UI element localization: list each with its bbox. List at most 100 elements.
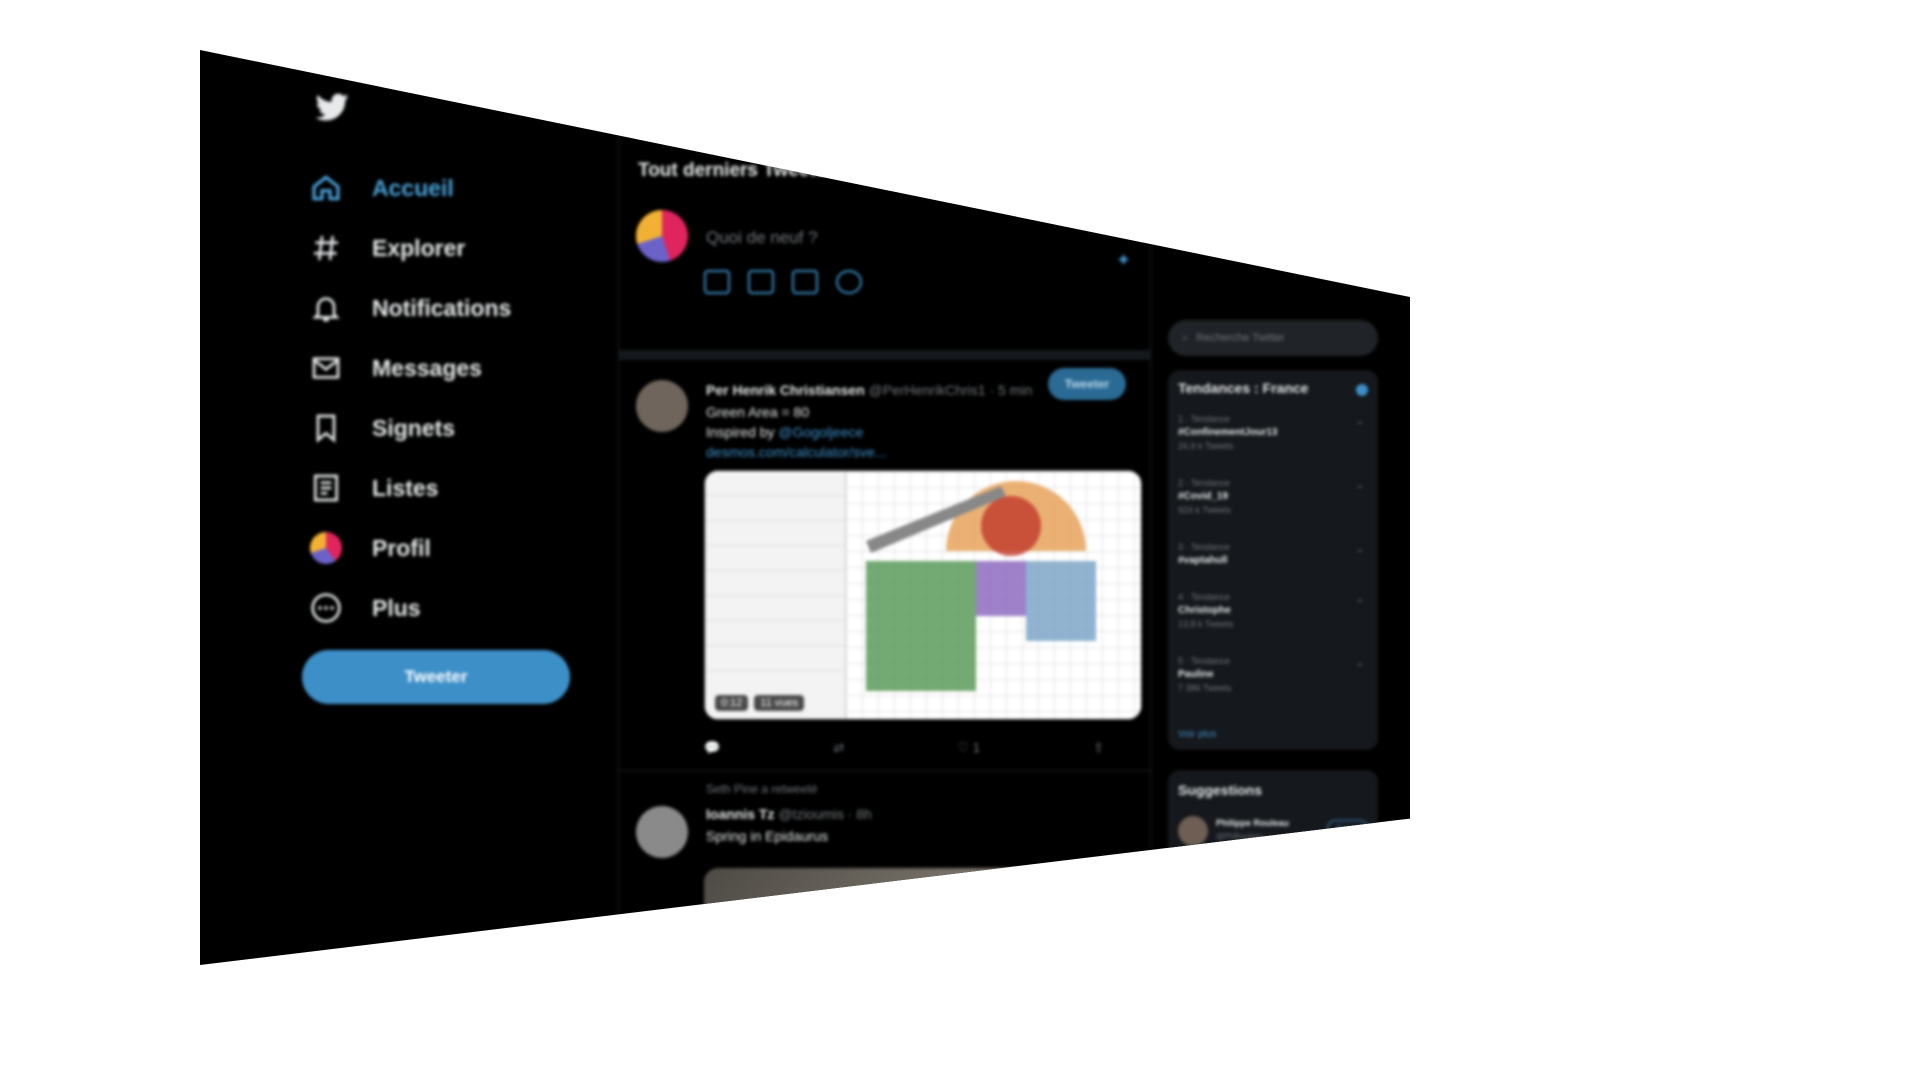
like-count: 1 — [972, 740, 980, 755]
tweet-text-line: Inspired by @Gogoljeece — [706, 424, 863, 440]
share-icon[interactable]: ⇪ — [1093, 740, 1104, 756]
sidebar-item-label: Plus — [372, 594, 421, 621]
compose-input[interactable]: Quoi de neuf ? — [706, 228, 818, 248]
trend-context: 1 · Tendance — [1178, 414, 1230, 424]
sidebar-item-notifications[interactable]: Notifications — [310, 288, 511, 328]
sidebar-item-label: Profil — [372, 534, 431, 561]
chevron-down-icon[interactable]: ⌄ — [1356, 544, 1364, 555]
expression-row — [705, 471, 845, 496]
poll-icon[interactable] — [792, 270, 818, 294]
expression-row — [705, 646, 845, 671]
tweet-image[interactable] — [704, 868, 1140, 965]
retweet-icon[interactable]: ⇄ — [833, 740, 844, 756]
tweet-text: Spring in Epidaurus — [706, 828, 829, 844]
geometry-figure — [866, 481, 1096, 691]
follow-button[interactable]: Suivre — [1327, 870, 1368, 887]
reply-icon[interactable]: 💬 — [704, 740, 720, 756]
trends-title: Tendances : France — [1178, 380, 1309, 396]
video-badges: 0:12 11 vues — [715, 695, 805, 711]
sidebar-item-label: Signets — [372, 414, 456, 441]
expression-row — [705, 621, 845, 646]
expression-row — [705, 496, 845, 521]
mention-link[interactable]: @Gogoljeece — [778, 424, 863, 440]
expression-row — [705, 596, 845, 621]
browser-viewport: Accueil Explorer Notifications Messages … — [200, 50, 1410, 965]
sidebar-item-explorer[interactable]: Explorer — [310, 228, 465, 268]
suggestions-panel: Suggestions Philippe Rouleau @PhRouleau … — [1168, 770, 1378, 920]
retweeted-by[interactable]: Seth Pine a retweeté — [706, 782, 817, 796]
trend-context: 5 · Tendance — [1178, 656, 1230, 666]
compose-divider — [618, 350, 1150, 360]
bookmark-icon — [316, 414, 336, 443]
sidebar-item-accueil[interactable]: Accueil — [310, 168, 454, 208]
hashtag-icon — [314, 235, 338, 261]
trend-count: 26,9 k Tweets — [1178, 441, 1234, 451]
author-name: Per Henrik Christiansen — [706, 382, 865, 398]
trend-item[interactable]: 2 · Tendance #Covid_19 924 k Tweets ⌄ — [1178, 478, 1368, 515]
chevron-down-icon[interactable]: ⌄ — [1356, 416, 1364, 427]
trend-tag: #Covid_19 — [1178, 491, 1229, 502]
chevron-down-icon[interactable]: ⌄ — [1356, 594, 1364, 605]
gif-icon[interactable] — [748, 270, 774, 294]
suggestion-name: Philippe Rouleau — [1216, 818, 1290, 828]
trend-item[interactable]: 5 · Tendance Pauline 7 386 Tweets ⌄ — [1178, 656, 1368, 693]
suggestion-item[interactable]: Philippe Rouleau @PhRouleau Suivre — [1178, 816, 1368, 852]
tweet-author[interactable]: Per Henrik Christiansen @PerHenrikChris1… — [706, 382, 1032, 398]
tweet-text: Inspired by — [706, 424, 775, 440]
list-icon — [314, 474, 338, 502]
tweet-time-separator: · — [989, 382, 995, 398]
sidebar-item-plus[interactable]: Plus — [310, 588, 421, 628]
trend-item[interactable]: 1 · Tendance #ConfinementJour13 26,9 k T… — [1178, 414, 1368, 451]
trend-context: 3 · Tendance — [1178, 542, 1230, 552]
tweet-button[interactable]: Tweeter — [302, 650, 570, 704]
sidebar-item-profil[interactable]: Profil — [310, 528, 431, 568]
chevron-down-icon[interactable]: ⌄ — [1356, 480, 1364, 491]
gear-icon[interactable] — [1356, 384, 1368, 396]
image-icon[interactable] — [704, 270, 730, 294]
avatar[interactable] — [1178, 866, 1208, 896]
search-placeholder: Recherche Twitter — [1196, 332, 1285, 344]
trend-count: 924 k Tweets — [1178, 505, 1231, 515]
desmos-graph — [846, 471, 1141, 719]
twitter-bird-icon[interactable] — [312, 90, 352, 126]
trends-panel: Tendances : France 1 · Tendance #Confine… — [1168, 370, 1378, 750]
trend-tag: #ConfinementJour13 — [1178, 427, 1278, 438]
trend-item[interactable]: 4 · Tendance Christophe 13,8 k Tweets ⌄ — [1178, 592, 1368, 629]
sidebar-item-signets[interactable]: Signets — [310, 408, 455, 448]
trend-tag: #vaptahull — [1178, 555, 1228, 566]
see-more-link[interactable]: Voir plus — [1178, 729, 1216, 740]
sidebar-item-label: Listes — [372, 474, 439, 501]
compose-toolbar — [704, 270, 862, 294]
follow-button[interactable]: Suivre — [1327, 820, 1368, 837]
suggestion-handle: @PhRouleau — [1216, 832, 1264, 841]
trend-item[interactable]: 3 · Tendance #vaptahull ⌄ — [1178, 542, 1368, 566]
trend-count: 13,8 k Tweets — [1178, 619, 1234, 629]
suggestion-handle: @nicolas_caruyel — [1216, 882, 1280, 891]
sidebar-item-label: Notifications — [372, 294, 512, 321]
search-input[interactable]: ⌕ Recherche Twitter — [1168, 320, 1378, 356]
chevron-down-icon[interactable]: ⌄ — [1356, 658, 1364, 669]
tweet-url-link[interactable]: desmos.com/calculator/sve... — [706, 444, 887, 460]
trend-tag: Christophe — [1178, 605, 1231, 616]
sidebar-item-label: Accueil — [372, 174, 454, 201]
tweet-author[interactable]: Ioannis Tz @tzioumis · 8h — [706, 806, 872, 822]
sidebar-nav: Accueil Explorer Notifications Messages … — [200, 50, 619, 965]
right-sidebar: ⌕ Recherche Twitter Tendances : France 1… — [1150, 50, 1410, 965]
compose-tweet-button[interactable]: Tweeter — [1048, 368, 1126, 400]
trend-context: 2 · Tendance — [1178, 478, 1230, 488]
author-handle: @PerHenrikChris1 — [868, 382, 986, 398]
sparkle-icon[interactable]: ✦ — [1116, 250, 1131, 271]
video-duration: 0:12 — [715, 695, 749, 711]
avatar[interactable] — [1178, 816, 1208, 846]
emoji-icon[interactable] — [836, 270, 862, 294]
avatar[interactable] — [636, 806, 688, 858]
suggestion-item[interactable]: Nicolas Caruyel @nicolas_caruyel Suivre — [1178, 866, 1368, 902]
timeline-column: Tout derniers Tweets Quoi de neuf ? ✦ Tw… — [618, 50, 1151, 965]
avatar[interactable] — [636, 380, 688, 432]
like-button[interactable]: ♡ 1 — [957, 740, 980, 756]
sidebar-item-messages[interactable]: Messages — [310, 348, 482, 388]
expression-row — [705, 571, 845, 596]
tweet-video[interactable]: 0:12 11 vues — [704, 470, 1142, 720]
sidebar-item-listes[interactable]: Listes — [310, 468, 438, 508]
suggestion-name: Nicolas Caruyel — [1216, 868, 1284, 878]
